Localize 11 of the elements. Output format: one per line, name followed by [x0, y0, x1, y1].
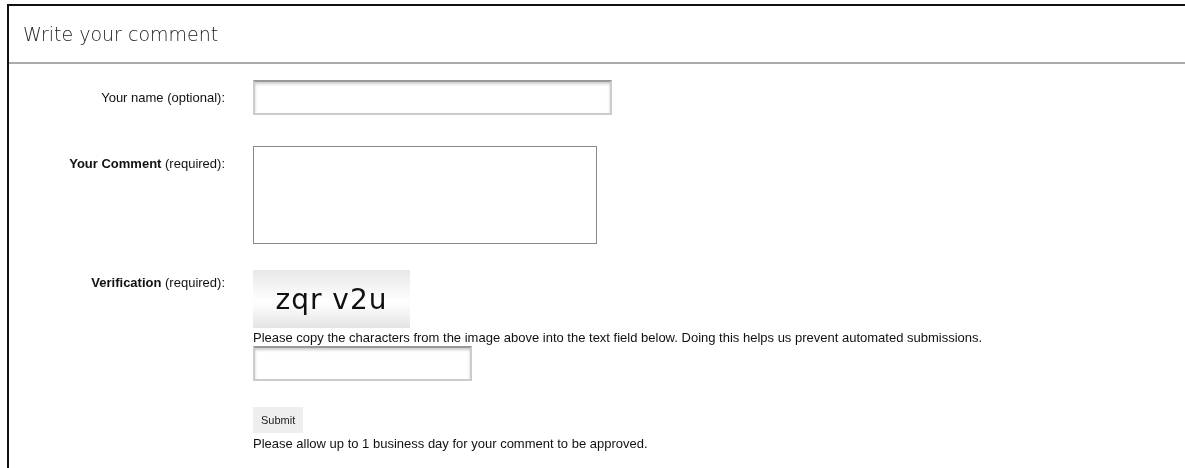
captcha-image: zqr v2u [253, 270, 410, 328]
submit-button[interactable]: Submit [253, 407, 304, 433]
approval-note: Please allow up to 1 business day for your comment to be approved. [253, 436, 648, 451]
field-label: Your Comment (required): [68, 155, 225, 171]
panel-title: Write your comment [23, 23, 219, 45]
captcha-field[interactable] [253, 346, 472, 381]
captcha-instructions: Please copy the characters from the image above into the text field below. Doing this helps us prevent automated submissions. [253, 330, 983, 345]
comment-field[interactable] [253, 146, 597, 244]
field-label: Your name (optional): [100, 89, 225, 105]
field-label: Verification (required): [90, 274, 225, 290]
name-field[interactable] [253, 80, 612, 115]
